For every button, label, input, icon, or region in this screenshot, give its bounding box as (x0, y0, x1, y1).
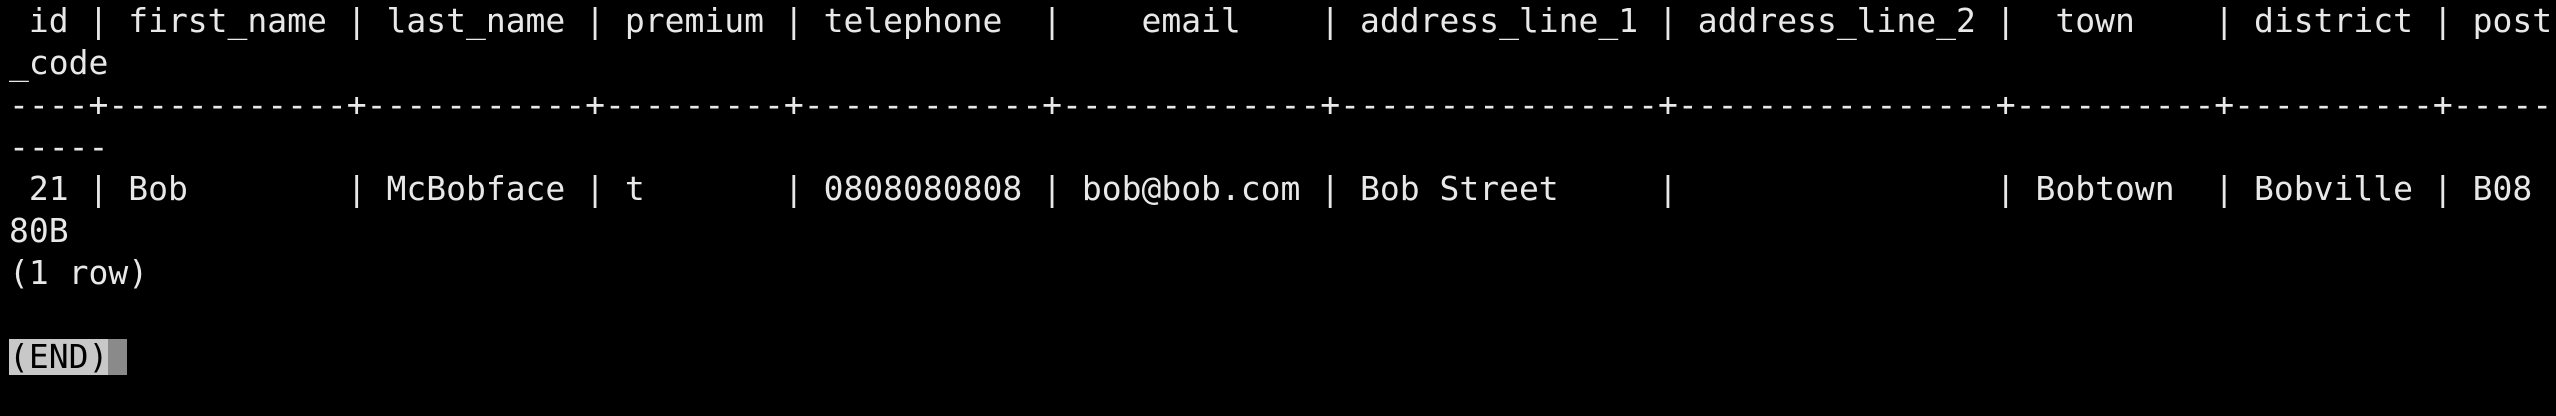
end-marker: (END) (9, 337, 109, 376)
table-header-wrap-line: _code (9, 43, 109, 82)
table-row-wrap-line: 80B (9, 211, 69, 250)
cursor-block (108, 339, 128, 375)
table-separator-wrap-line: ----- (9, 127, 109, 166)
table-row: 21 | Bob | McBobface | t | 0808080808 | … (9, 169, 2533, 208)
table-header-line: id | first_name | last_name | premium | … (9, 1, 2553, 40)
terminal-window[interactable]: id | first_name | last_name | premium | … (0, 0, 2556, 416)
pager-prompt-line[interactable]: (END) (9, 336, 2556, 378)
row-count: (1 row) (9, 253, 149, 292)
table-separator-line: ----+------------+-----------+---------+… (9, 85, 2553, 124)
